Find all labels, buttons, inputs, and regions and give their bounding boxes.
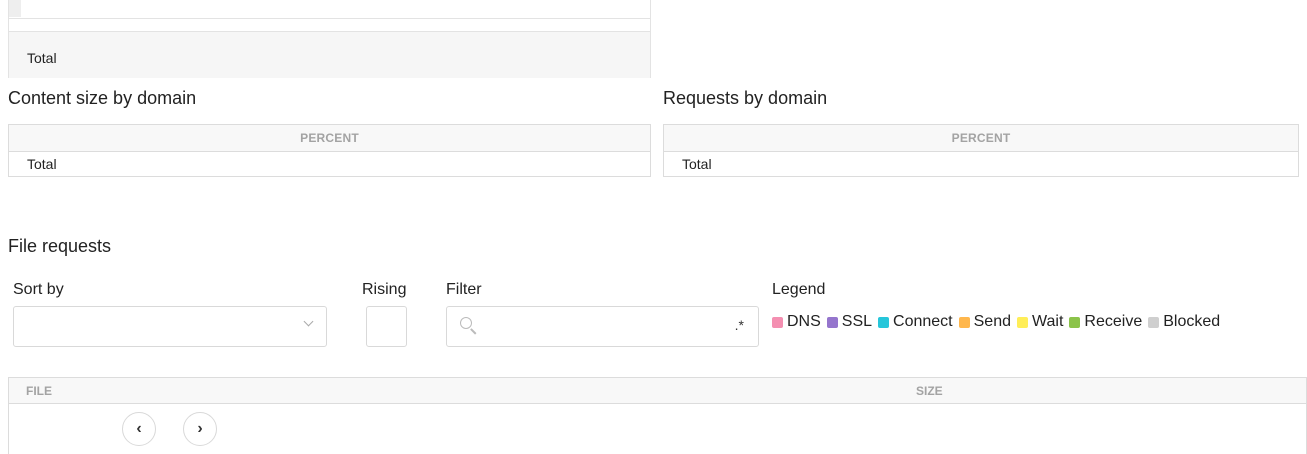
regex-icon[interactable]: .* [735,317,744,333]
legend-label: Legend [772,281,826,298]
top-summary-table: Total [8,0,651,78]
next-page-button[interactable]: › [183,412,217,446]
sort-by-label: Sort by [13,281,64,298]
file-column-header[interactable]: FILE [26,384,52,398]
sort-by-select[interactable] [13,306,327,347]
content-size-table: PERCENT Total [8,124,651,177]
legend-item-dns: DNS [772,313,821,331]
requests-table: PERCENT Total [663,124,1299,177]
filter-field[interactable]: .* [446,306,759,347]
file-requests-title: File requests [8,236,112,256]
ssl-swatch [826,316,838,328]
legend-item-ssl: SSL [826,313,872,331]
chevron-right-icon: › [197,420,203,437]
filter-input[interactable] [481,313,728,341]
send-swatch [958,316,970,328]
percent-column-header[interactable]: PERCENT [664,125,1298,152]
blocked-swatch [1148,316,1160,328]
percent-column-header[interactable]: PERCENT [9,125,650,152]
total-row: Total [682,156,712,172]
table-row [9,0,650,19]
rising-checkbox[interactable] [366,306,407,347]
chevron-left-icon: ‹ [136,420,142,437]
timing-legend: DNS SSL Connect Send Wait Receive Blocke… [772,313,1226,331]
prev-page-button[interactable]: ‹ [122,412,156,446]
rising-label: Rising [362,281,407,298]
legend-item-wait: Wait [1017,313,1063,331]
legend-item-send: Send [958,313,1011,331]
legend-item-receive: Receive [1069,313,1142,331]
dns-swatch [772,316,783,328]
content-size-title: Content size by domain [8,88,197,108]
connect-swatch [878,316,890,328]
total-label: Total [27,50,57,66]
search-icon [460,317,472,329]
receive-swatch [1069,316,1081,328]
legend-item-connect: Connect [878,313,953,331]
requests-title: Requests by domain [663,88,828,108]
legend-item-blocked: Blocked [1148,313,1220,331]
total-row: Total [27,156,57,172]
wait-swatch [1017,316,1028,328]
filter-label: Filter [446,281,482,298]
chevron-down-icon [303,316,314,327]
file-table-header: FILE SIZE [9,378,1306,404]
size-column-header[interactable]: SIZE [916,384,943,398]
